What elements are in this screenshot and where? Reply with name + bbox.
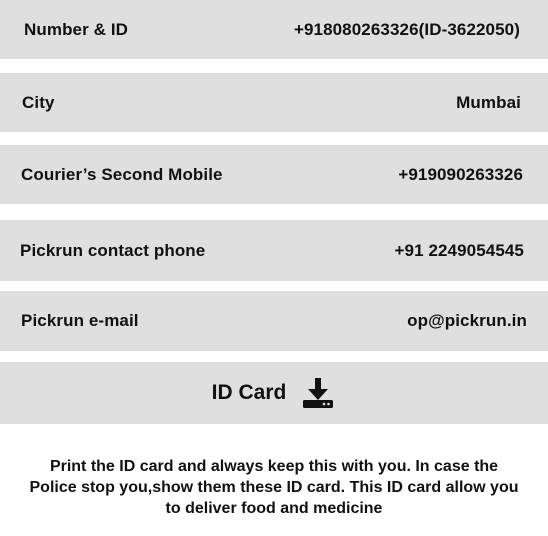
city-value: Mumbai xyxy=(456,92,521,112)
email-label: Pickrun e-mail xyxy=(21,311,139,330)
instructions-line-2: Police stop you,show them these ID card.… xyxy=(29,479,519,496)
number-id-value: +918080263326(ID-3622050) xyxy=(293,19,520,39)
id-card-label: ID Card xyxy=(211,381,287,404)
contact-phone-value[interactable]: +91 2249054545 xyxy=(394,241,524,261)
instructions-line-1: Print the ID card and always keep this w… xyxy=(49,458,499,475)
id-card-instructions: Print the ID card and always keep this w… xyxy=(0,456,548,519)
instructions-line-3: to deliver food and medicine xyxy=(165,500,383,517)
id-card-download-button[interactable]: ID Card xyxy=(0,362,548,424)
contact-phone-label: Pickrun contact phone xyxy=(20,240,206,260)
second-mobile-label: Courier’s Second Mobile xyxy=(21,164,223,184)
download-icon xyxy=(300,377,336,409)
second-mobile-row: Courier’s Second Mobile +919090263326 xyxy=(0,145,548,204)
email-value[interactable]: op@pickrun.in xyxy=(407,311,527,331)
second-mobile-value: +919090263326 xyxy=(398,164,523,184)
city-row: City Mumbai xyxy=(0,73,548,132)
email-row: Pickrun e-mail op@pickrun.in xyxy=(0,291,548,351)
city-label: City xyxy=(22,92,55,112)
number-id-label: Number & ID xyxy=(24,19,129,39)
contact-phone-row: Pickrun contact phone +91 2249054545 xyxy=(0,220,548,281)
number-id-row: Number & ID +918080263326(ID-3622050) xyxy=(0,0,548,59)
